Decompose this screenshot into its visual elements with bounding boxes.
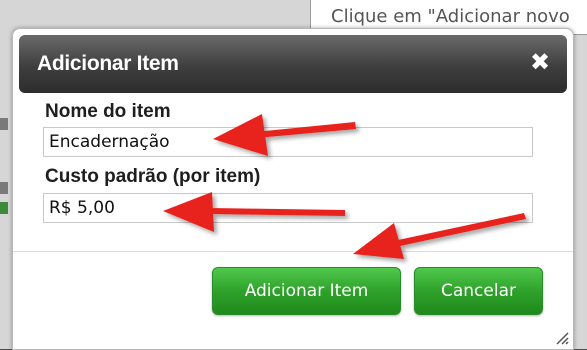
arrow-add-button-icon xyxy=(353,213,526,259)
arrow-cost-icon xyxy=(163,192,345,232)
annotation-arrows xyxy=(163,114,526,259)
arrow-item-name-icon xyxy=(213,114,356,156)
